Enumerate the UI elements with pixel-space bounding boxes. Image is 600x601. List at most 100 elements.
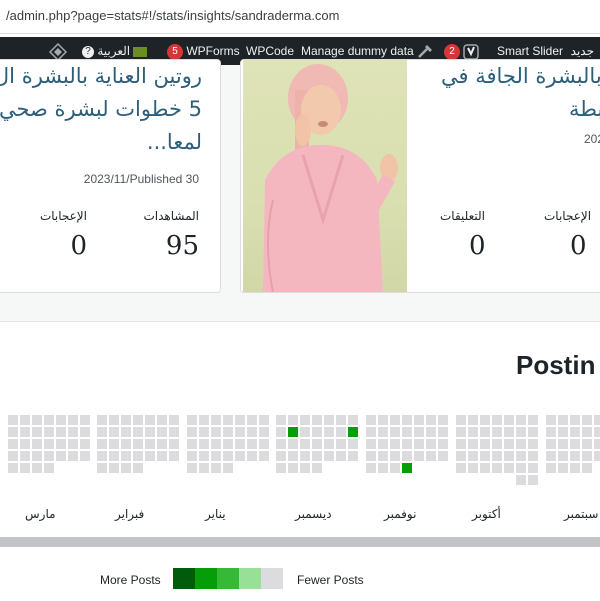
activity-day-cell[interactable]: [223, 427, 233, 437]
activity-day-cell[interactable]: [468, 439, 478, 449]
activity-day-cell[interactable]: [390, 463, 400, 473]
post-title-line-1[interactable]: روتين العناية بالبشرة ال: [0, 60, 202, 92]
activity-day-cell[interactable]: [199, 463, 209, 473]
activity-day-cell[interactable]: [528, 439, 538, 449]
activity-day-cell[interactable]: [582, 463, 592, 473]
activity-day-cell[interactable]: [199, 439, 209, 449]
activity-day-cell[interactable]: [235, 439, 245, 449]
activity-day-cell[interactable]: [492, 415, 502, 425]
activity-day-cell[interactable]: [68, 439, 78, 449]
activity-day-cell[interactable]: [492, 463, 502, 473]
activity-day-cell[interactable]: [223, 439, 233, 449]
activity-day-cell[interactable]: [44, 427, 54, 437]
activity-day-cell[interactable]: [594, 451, 600, 461]
activity-day-cell[interactable]: [426, 439, 436, 449]
activity-day-cell[interactable]: [109, 427, 119, 437]
activity-day-cell[interactable]: [199, 427, 209, 437]
activity-day-cell[interactable]: [276, 463, 286, 473]
activity-day-cell[interactable]: [402, 415, 412, 425]
activity-day-cell[interactable]: [8, 427, 18, 437]
activity-day-cell[interactable]: [438, 439, 448, 449]
activity-day-cell[interactable]: [336, 451, 346, 461]
activity-day-cell[interactable]: [546, 463, 556, 473]
activity-day-cell[interactable]: [348, 451, 358, 461]
activity-day-cell[interactable]: [438, 415, 448, 425]
activity-day-cell[interactable]: [20, 415, 30, 425]
activity-day-cell[interactable]: [32, 439, 42, 449]
activity-day-cell[interactable]: [97, 463, 107, 473]
activity-day-cell[interactable]: [8, 439, 18, 449]
post-title-line-2[interactable]: 5 خطوات لبشرة صحي: [0, 93, 202, 125]
activity-day-cell[interactable]: [390, 439, 400, 449]
activity-day-cell[interactable]: [80, 439, 90, 449]
activity-day-cell[interactable]: [109, 415, 119, 425]
post-title-line-1[interactable]: ة بالبشرة الجافة في: [441, 60, 600, 92]
activity-day-cell[interactable]: [528, 451, 538, 461]
activity-day-cell[interactable]: [109, 451, 119, 461]
activity-day-cell[interactable]: [528, 475, 538, 485]
activity-day-cell[interactable]: [366, 427, 376, 437]
activity-day-cell[interactable]: [528, 427, 538, 437]
activity-day-cell[interactable]: [80, 427, 90, 437]
activity-day-cell[interactable]: [288, 451, 298, 461]
activity-day-cell[interactable]: [211, 439, 221, 449]
activity-day-cell[interactable]: [133, 415, 143, 425]
activity-day-cell[interactable]: [20, 463, 30, 473]
activity-day-cell[interactable]: [570, 439, 580, 449]
activity-day-cell[interactable]: [259, 427, 269, 437]
activity-day-cell[interactable]: [8, 451, 18, 461]
activity-day-cell[interactable]: [300, 451, 310, 461]
activity-day-cell[interactable]: [504, 427, 514, 437]
activity-day-cell[interactable]: [594, 439, 600, 449]
activity-day-cell[interactable]: [121, 427, 131, 437]
activity-day-cell[interactable]: [324, 451, 334, 461]
activity-day-cell[interactable]: [187, 463, 197, 473]
activity-day-cell[interactable]: [480, 451, 490, 461]
activity-day-cell[interactable]: [169, 439, 179, 449]
activity-day-cell[interactable]: [199, 415, 209, 425]
activity-day-cell[interactable]: [312, 415, 322, 425]
activity-day-cell[interactable]: [44, 451, 54, 461]
activity-day-cell[interactable]: [97, 427, 107, 437]
activity-day-cell[interactable]: [300, 439, 310, 449]
activity-day-cell[interactable]: [480, 439, 490, 449]
activity-day-cell[interactable]: [68, 415, 78, 425]
activity-day-cell[interactable]: [492, 439, 502, 449]
activity-day-cell[interactable]: [187, 451, 197, 461]
url-text[interactable]: /admin.php?page=stats#!/stats/insights/s…: [6, 8, 340, 23]
browser-address-bar[interactable]: /admin.php?page=stats#!/stats/insights/s…: [0, 0, 600, 34]
activity-day-cell[interactable]: [468, 463, 478, 473]
activity-day-cell[interactable]: [414, 415, 424, 425]
activity-day-cell[interactable]: [426, 415, 436, 425]
activity-day-cell[interactable]: [312, 463, 322, 473]
post-featured-image[interactable]: [243, 60, 407, 292]
activity-day-cell[interactable]: [558, 427, 568, 437]
activity-day-cell[interactable]: [145, 451, 155, 461]
activity-day-cell[interactable]: [157, 451, 167, 461]
activity-day-cell[interactable]: [288, 439, 298, 449]
activity-day-cell[interactable]: [169, 427, 179, 437]
activity-day-cell[interactable]: [468, 427, 478, 437]
activity-day-cell[interactable]: [211, 463, 221, 473]
activity-day-cell[interactable]: [390, 427, 400, 437]
activity-day-cell[interactable]: [44, 463, 54, 473]
activity-day-cell[interactable]: [336, 415, 346, 425]
activity-day-cell[interactable]: [456, 415, 466, 425]
activity-day-cell[interactable]: [288, 427, 298, 437]
activity-day-cell[interactable]: [594, 415, 600, 425]
activity-day-cell[interactable]: [133, 427, 143, 437]
activity-day-cell[interactable]: [378, 439, 388, 449]
activity-day-cell[interactable]: [570, 463, 580, 473]
activity-day-cell[interactable]: [199, 451, 209, 461]
activity-day-cell[interactable]: [97, 415, 107, 425]
activity-day-cell[interactable]: [558, 463, 568, 473]
activity-day-cell[interactable]: [516, 427, 526, 437]
activity-day-cell[interactable]: [80, 451, 90, 461]
activity-day-cell[interactable]: [187, 415, 197, 425]
activity-day-cell[interactable]: [336, 439, 346, 449]
activity-day-cell[interactable]: [468, 451, 478, 461]
activity-day-cell[interactable]: [546, 439, 556, 449]
activity-day-cell[interactable]: [336, 427, 346, 437]
activity-day-cell[interactable]: [516, 475, 526, 485]
activity-day-cell[interactable]: [546, 415, 556, 425]
